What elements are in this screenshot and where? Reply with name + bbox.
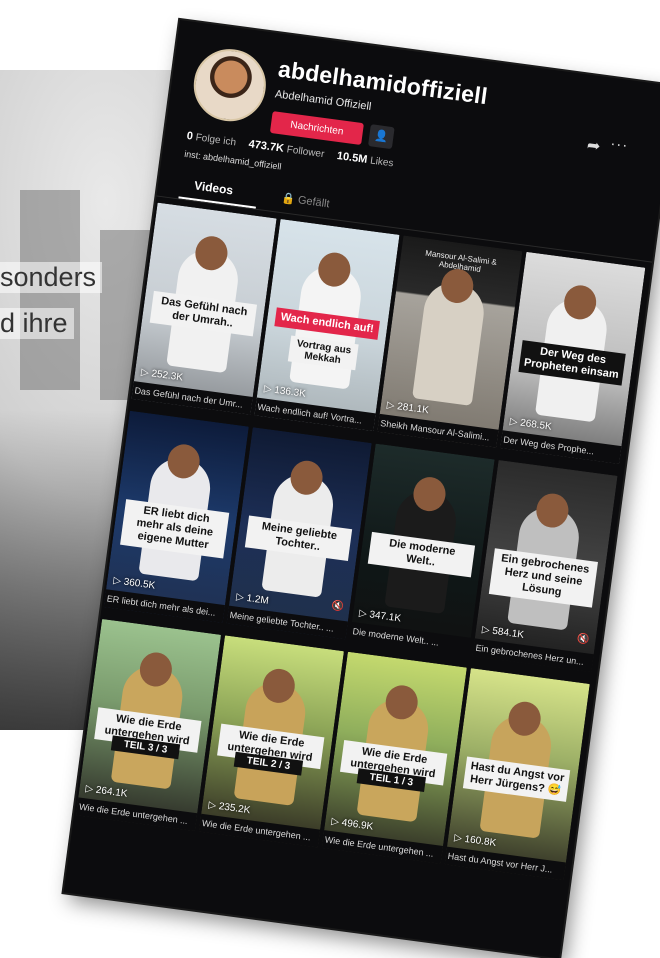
lock-icon: 🔒 [280,192,296,206]
follow-friend-button[interactable]: 👤 [367,124,395,150]
video-tile[interactable]: Ein gebrochenes Herz und seine Lösung ▷ 5… [472,460,618,673]
tab-videos[interactable]: Videos [193,178,234,197]
video-grid: Das Gefühl nach der Umrah.. ▷ 252.3K Das G… [75,202,652,881]
video-tile[interactable]: Wach endlich auf! Vortrag aus Mekkah ▷ 136… [254,219,400,432]
video-tile[interactable]: Das Gefühl nach der Umrah.. ▷ 252.3K Das G… [131,202,277,415]
video-tile[interactable]: Die moderne Welt.. ▷ 347.1K Die moderne We… [349,443,495,656]
mute-icon[interactable]: 🔇 [331,600,345,613]
video-tile[interactable]: Wie die Erde untergehen wird TEIL 1 / 3 ▷ … [321,651,467,864]
person-plus-icon: 👤 [373,129,389,144]
video-tile[interactable]: Meine geliebte Tochter.. ▷ 1.2M 🔇 Meine gel… [226,427,372,640]
avatar[interactable] [189,44,271,126]
video-tile[interactable]: Hast du Angst vor Herr Jürgens? 😅 ▷ 160.8… [444,668,590,881]
followers-stat[interactable]: 473.7KFollower [248,138,325,160]
video-tile[interactable]: Wie die Erde untergehen wird TEIL 3 / 3 ▷ … [75,618,222,832]
mute-icon[interactable]: 🔇 [577,633,591,646]
background-slide-text: d ihre [0,308,74,339]
video-tile[interactable]: ER liebt dich mehr als deine eigene Mutt… [103,410,249,623]
background-slide-text: sonders [0,262,103,293]
following-stat[interactable]: 0Folge ich [186,130,237,148]
message-button[interactable]: Nachrichten [269,111,364,146]
share-arrow-icon[interactable]: ➦ [586,135,602,157]
tab-liked[interactable]: 🔒 Gefällt [281,191,331,210]
video-tile[interactable]: Mansour Al-Salimi & Abdelhamid ▷ 281.1K Sh… [377,235,523,448]
likes-stat[interactable]: 10.5MLikes [336,150,394,169]
video-tile[interactable]: Der Weg des Propheten einsam ▷ 268.5K Der … [500,251,646,464]
more-dots-icon[interactable]: ··· [609,135,629,154]
video-tile[interactable]: Wie die Erde untergehen wird TEIL 2 / 3 ▷ … [198,635,344,848]
